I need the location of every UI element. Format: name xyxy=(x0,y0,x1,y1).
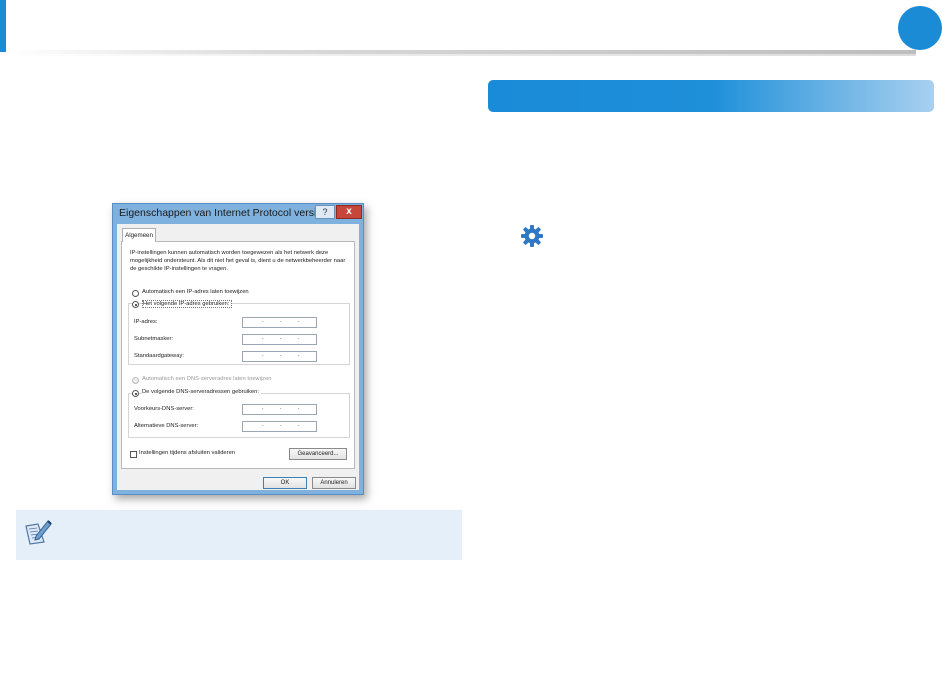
note-box xyxy=(16,510,462,560)
dialog-titlebar[interactable]: Eigenschappen van Internet Protocol vers… xyxy=(113,204,363,224)
gateway-label: Standaardgateway: xyxy=(134,353,184,359)
dns-auto-label: Automatisch een DNS-serveradres laten to… xyxy=(142,376,272,382)
ip-manual-radio[interactable] xyxy=(132,301,139,308)
tab-panel: IP-instellingen kunnen automatisch worde… xyxy=(121,241,355,469)
page-number-badge xyxy=(898,6,942,50)
dialog-description: IP-instellingen kunnen automatisch worde… xyxy=(130,250,346,272)
header-accent-bar xyxy=(0,0,6,52)
subnet-field[interactable]: ... xyxy=(242,334,317,345)
note-pencil-icon xyxy=(25,520,52,545)
preferred-dns-field[interactable]: ... xyxy=(242,404,317,415)
ip-manual-label: Het volgende IP-adres gebruiken: xyxy=(142,300,233,308)
subnet-label: Subnetmasker: xyxy=(134,336,173,342)
advanced-button[interactable]: Geavanceerd... xyxy=(289,448,347,460)
ip-address-field[interactable]: ... xyxy=(242,317,317,328)
ipv4-properties-dialog: Eigenschappen van Internet Protocol vers… xyxy=(112,203,364,495)
close-button[interactable]: x xyxy=(336,205,362,219)
gear-icon xyxy=(521,225,543,247)
dialog-title: Eigenschappen van Internet Protocol vers… xyxy=(119,207,315,219)
dns-manual-label: De volgende DNS-serveradressen gebruiken… xyxy=(142,389,261,395)
ip-address-label: IP-adres: xyxy=(134,319,158,325)
validate-label: Instellingen tijdens afsluiten valideren xyxy=(139,450,236,456)
alternate-dns-label: Alternatieve DNS-server: xyxy=(134,423,199,429)
tab-algemeen[interactable]: Algemeen xyxy=(122,228,156,242)
dns-auto-radio[interactable] xyxy=(132,377,139,384)
dialog-client-area: Algemeen IP-instellingen kunnen automati… xyxy=(117,224,359,490)
ok-button[interactable]: OK xyxy=(263,477,307,489)
ip-auto-label: Automatisch een IP-adres laten toewijzen xyxy=(142,289,249,295)
ip-auto-radio[interactable] xyxy=(132,290,139,297)
help-button[interactable]: ? xyxy=(315,205,335,219)
alternate-dns-field[interactable]: ... xyxy=(242,421,317,432)
header-divider-shadow xyxy=(6,54,916,56)
validate-checkbox[interactable] xyxy=(130,451,137,458)
dns-manual-radio[interactable] xyxy=(132,390,139,397)
section-heading-bar xyxy=(488,80,934,112)
cancel-button[interactable]: Annuleren xyxy=(312,477,356,489)
gateway-field[interactable]: ... xyxy=(242,351,317,362)
preferred-dns-label: Voorkeurs-DNS-server: xyxy=(134,406,194,412)
